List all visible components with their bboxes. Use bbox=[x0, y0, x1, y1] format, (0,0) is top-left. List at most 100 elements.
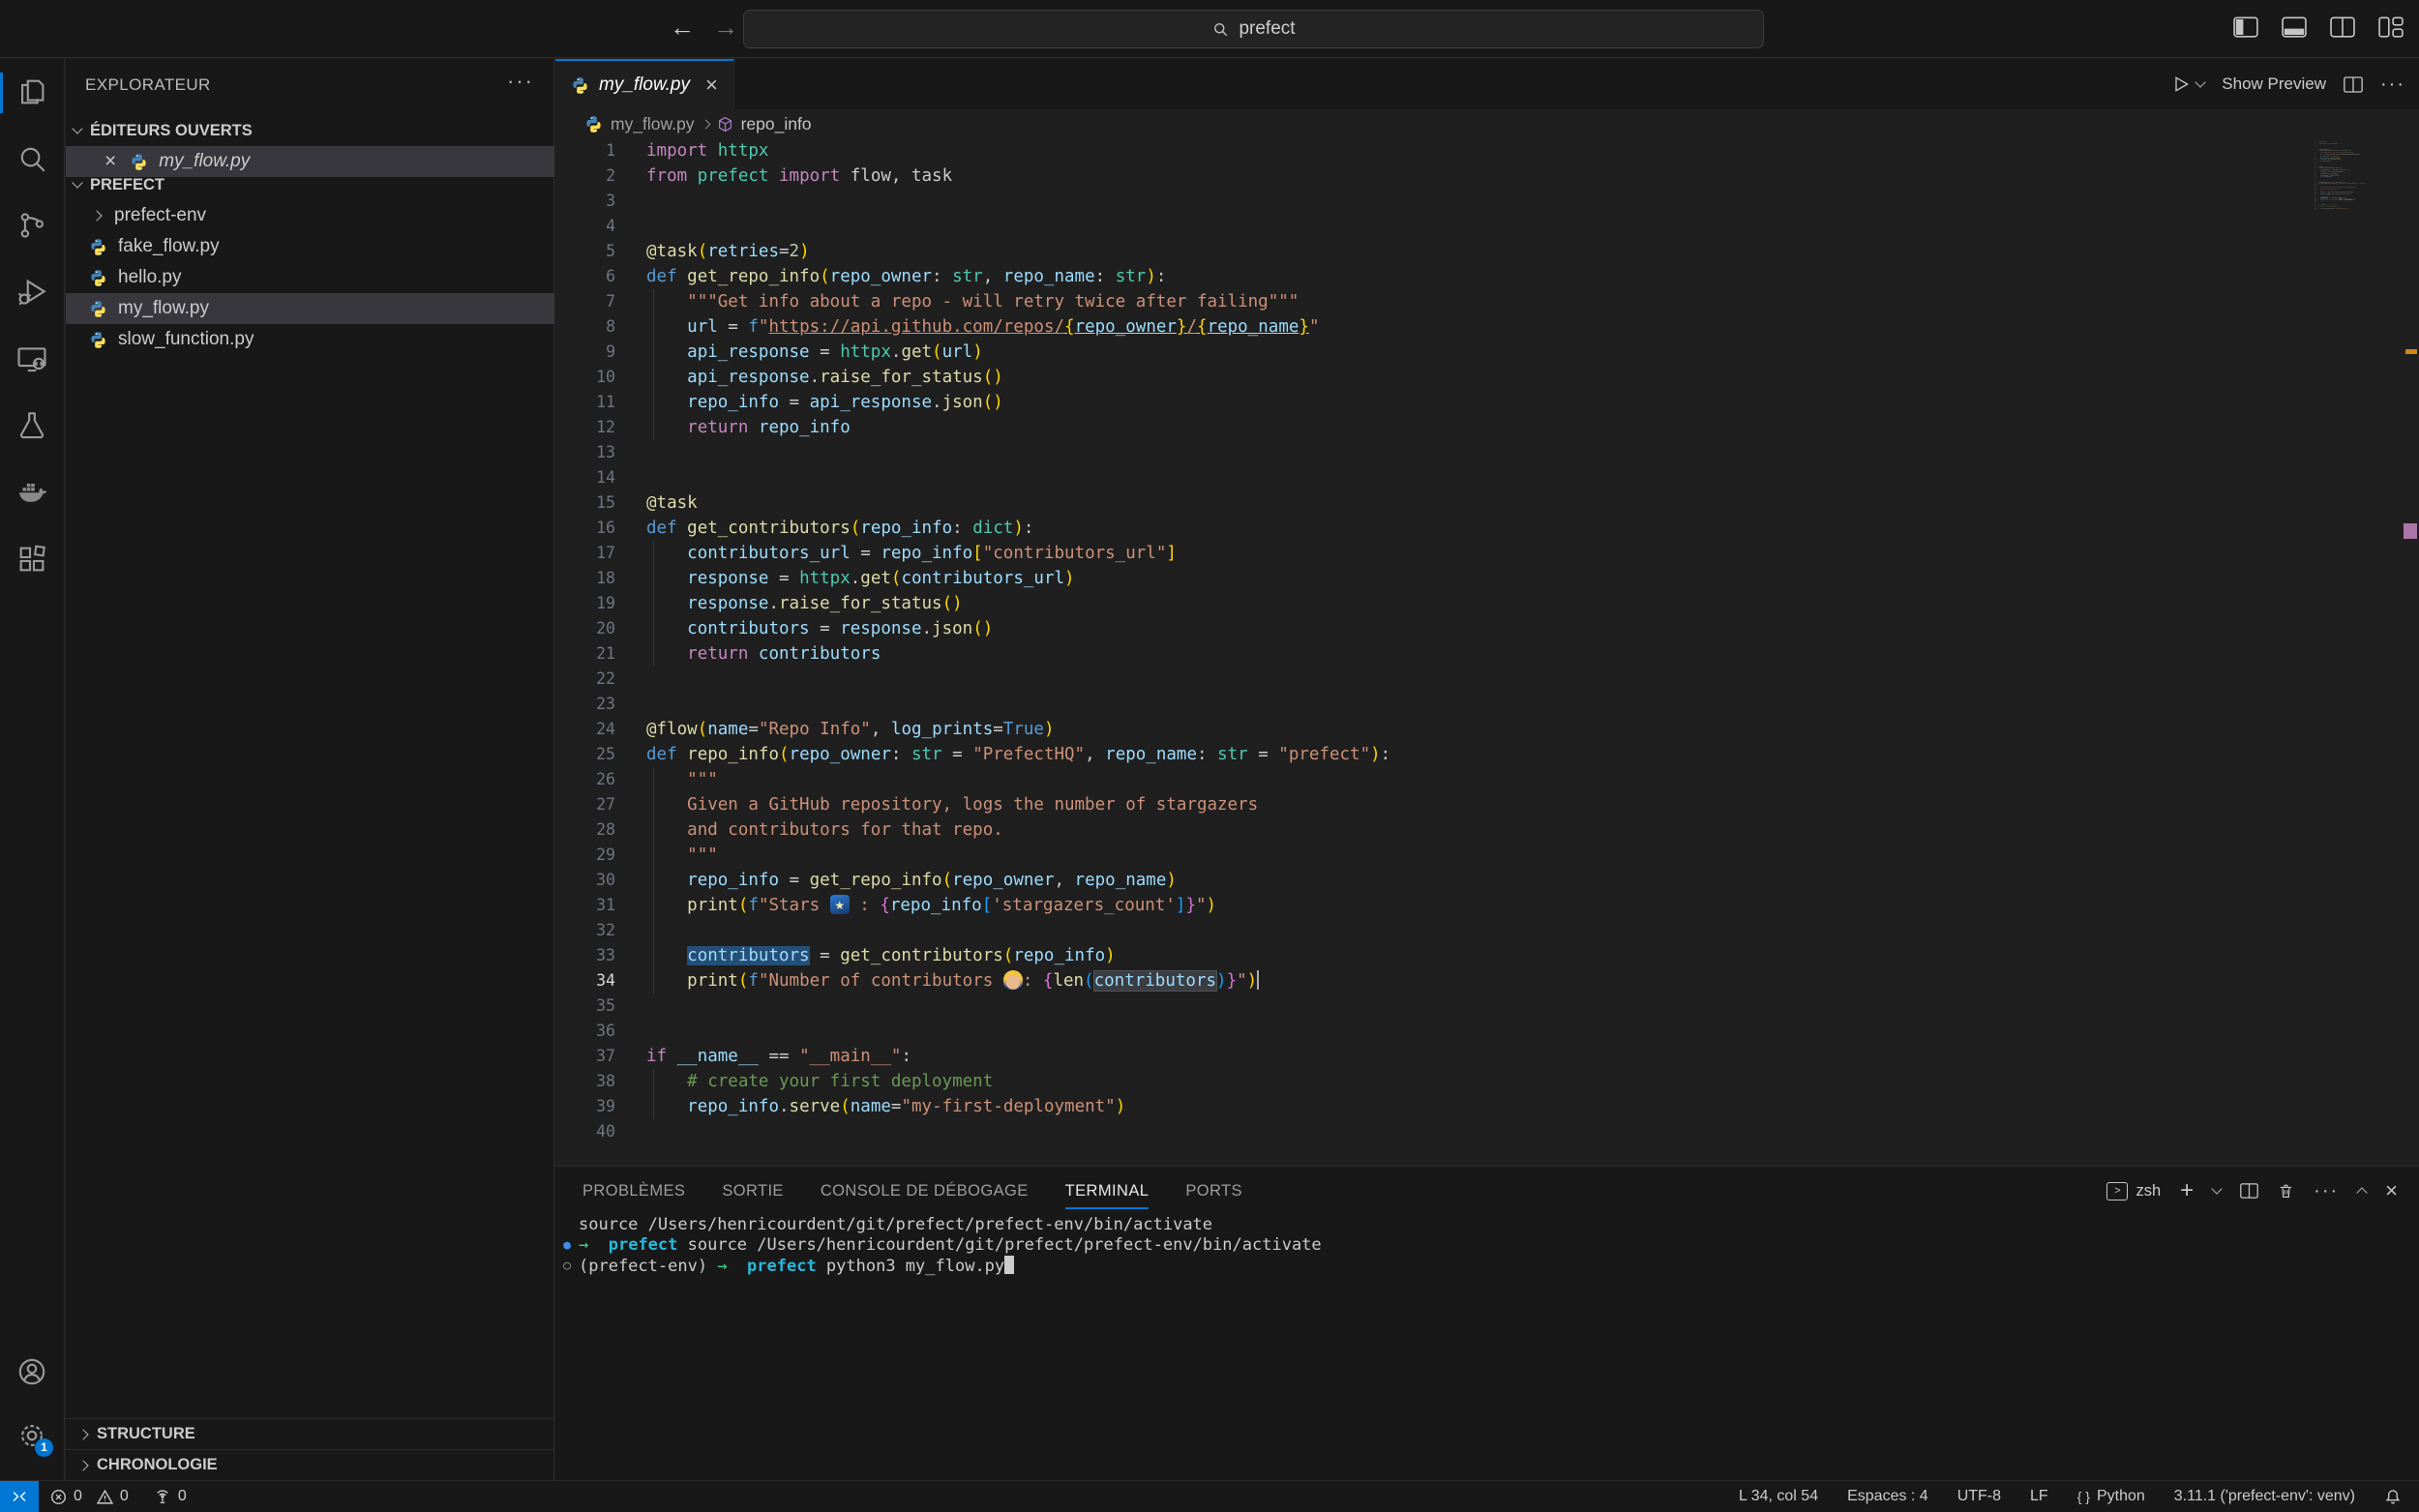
file-item-prefect-env[interactable]: prefect-env bbox=[66, 200, 554, 231]
split-editor-icon[interactable] bbox=[2344, 76, 2363, 93]
file-item-fake_flow.py[interactable]: fake_flow.py bbox=[66, 231, 554, 262]
split-terminal-icon[interactable] bbox=[2240, 1183, 2258, 1199]
activity-item-settings-icon[interactable]: 1 bbox=[15, 1419, 50, 1454]
sidebar-more-actions-icon[interactable]: ··· bbox=[507, 69, 534, 94]
code-line-18[interactable]: 18 response = httpx.get(contributors_url… bbox=[555, 566, 2307, 591]
code-line-40[interactable]: 40 bbox=[555, 1119, 2307, 1144]
code-editor[interactable]: 1import httpx2from prefect import flow, … bbox=[555, 138, 2307, 1165]
sidebar-section-chronologie[interactable]: CHRONOLOGIE bbox=[66, 1449, 554, 1480]
code-line-5[interactable]: 5@task(retries=2) bbox=[555, 239, 2307, 264]
breadcrumb-symbol[interactable]: repo_info bbox=[741, 114, 812, 134]
customize-layout-icon[interactable] bbox=[2378, 16, 2404, 38]
code-line-39[interactable]: 39 repo_info.serve(name="my-first-deploy… bbox=[555, 1094, 2307, 1119]
status-notifications[interactable] bbox=[2384, 1488, 2402, 1505]
code-line-26[interactable]: 26 """ bbox=[555, 767, 2307, 792]
file-item-hello.py[interactable]: hello.py bbox=[66, 262, 554, 293]
code-line-29[interactable]: 29 """ bbox=[555, 843, 2307, 868]
code-line-23[interactable]: 23 bbox=[555, 692, 2307, 717]
activity-item-extensions-icon[interactable] bbox=[15, 543, 50, 578]
panel-tab-sortie[interactable]: SORTIE bbox=[722, 1167, 784, 1215]
code-line-10[interactable]: 10 api_response.raise_for_status() bbox=[555, 365, 2307, 390]
file-item-my_flow.py[interactable]: my_flow.py bbox=[66, 293, 554, 324]
nav-forward-icon[interactable]: → bbox=[709, 11, 742, 44]
panel-tab-console-de-débogage[interactable]: CONSOLE DE DÉBOGAGE bbox=[821, 1167, 1029, 1215]
maximize-panel-icon[interactable] bbox=[2356, 1187, 2367, 1198]
folder-section-header[interactable]: PREFECT bbox=[66, 169, 554, 200]
panel-tab-ports[interactable]: PORTS bbox=[1185, 1167, 1242, 1215]
code-line-7[interactable]: 7 """Get info about a repo - will retry … bbox=[555, 289, 2307, 314]
code-line-11[interactable]: 11 repo_info = api_response.json() bbox=[555, 390, 2307, 415]
code-line-35[interactable]: 35 bbox=[555, 993, 2307, 1019]
code-line-40[interactable]: 40 bbox=[2311, 209, 2317, 211]
code-line-30[interactable]: 30 repo_info = get_repo_info(repo_owner,… bbox=[555, 868, 2307, 893]
activity-item-account-icon[interactable] bbox=[15, 1355, 50, 1390]
ports-status[interactable]: 0 bbox=[154, 1488, 187, 1505]
breadcrumb-file[interactable]: my_flow.py bbox=[611, 114, 695, 134]
editor-more-actions-icon[interactable]: ··· bbox=[2380, 74, 2405, 96]
activity-item-docker-icon[interactable] bbox=[15, 476, 50, 511]
status-indentation[interactable]: Espaces : 4 bbox=[1847, 1488, 1928, 1505]
code-line-3[interactable]: 3 bbox=[555, 189, 2307, 214]
toggle-primary-sidebar-icon[interactable] bbox=[2233, 16, 2258, 38]
chevron-down-icon[interactable] bbox=[2211, 1183, 2222, 1194]
code-line-16[interactable]: 16def get_contributors(repo_info: dict): bbox=[555, 516, 2307, 541]
code-line-24[interactable]: 24@flow(name="Repo Info", log_prints=Tru… bbox=[555, 717, 2307, 742]
sidebar-section-structure[interactable]: STRUCTURE bbox=[66, 1418, 554, 1449]
close-icon[interactable]: × bbox=[705, 73, 718, 98]
remote-indicator[interactable] bbox=[0, 1481, 39, 1512]
code-line-34[interactable]: 34 print(f"Number of contributors : {len… bbox=[555, 968, 2307, 993]
code-line-36[interactable]: 36 bbox=[555, 1019, 2307, 1044]
activity-item-explorer-icon[interactable] bbox=[15, 75, 50, 110]
command-center-search[interactable]: prefect bbox=[743, 10, 1764, 48]
code-line-17[interactable]: 17 contributors_url = repo_info["contrib… bbox=[555, 541, 2307, 566]
code-line-9[interactable]: 9 api_response = httpx.get(url) bbox=[555, 340, 2307, 365]
minimap[interactable]: 1import httpx2from prefect import flow, … bbox=[2311, 141, 2382, 228]
toggle-secondary-sidebar-icon[interactable] bbox=[2330, 16, 2355, 38]
code-line-6[interactable]: 6def get_repo_info(repo_owner: str, repo… bbox=[555, 264, 2307, 289]
code-line-32[interactable]: 32 bbox=[555, 918, 2307, 943]
toggle-panel-icon[interactable] bbox=[2282, 16, 2307, 38]
status-eol[interactable]: LF bbox=[2030, 1488, 2048, 1505]
file-item-slow_function.py[interactable]: slow_function.py bbox=[66, 324, 554, 355]
run-python-file-button[interactable] bbox=[2171, 74, 2204, 94]
code-line-1[interactable]: 1import httpx bbox=[555, 138, 2307, 163]
code-line-12[interactable]: 12 return repo_info bbox=[555, 415, 2307, 440]
status-interpreter[interactable]: 3.11.1 ('prefect-env': venv) bbox=[2174, 1488, 2355, 1505]
panel-more-actions-icon[interactable]: ··· bbox=[2314, 1180, 2339, 1202]
code-line-2[interactable]: 2from prefect import flow, task bbox=[555, 163, 2307, 189]
terminal-shell-badge[interactable]: > zsh bbox=[2106, 1182, 2161, 1201]
code-line-4[interactable]: 4 bbox=[555, 214, 2307, 239]
editor-tab-my_flow.py[interactable]: my_flow.py× bbox=[555, 59, 734, 109]
nav-back-icon[interactable]: ← bbox=[666, 11, 699, 44]
code-line-21[interactable]: 21 return contributors bbox=[555, 641, 2307, 667]
code-line-13[interactable]: 13 bbox=[555, 440, 2307, 465]
status-encoding[interactable]: UTF-8 bbox=[1957, 1488, 2001, 1505]
code-line-33[interactable]: 33 contributors = get_contributors(repo_… bbox=[555, 943, 2307, 968]
status-cursor-position[interactable]: L 34, col 54 bbox=[1739, 1488, 1818, 1505]
code-line-20[interactable]: 20 contributors = response.json() bbox=[555, 616, 2307, 641]
new-terminal-button[interactable]: + bbox=[2180, 1177, 2194, 1204]
close-panel-icon[interactable]: × bbox=[2385, 1178, 2398, 1203]
terminal-output[interactable]: source /Users/henricourdent/git/prefect/… bbox=[555, 1215, 2419, 1481]
code-line-15[interactable]: 15@task bbox=[555, 490, 2307, 516]
code-line-8[interactable]: 8 url = f"https://api.github.com/repos/{… bbox=[555, 314, 2307, 340]
code-line-22[interactable]: 22 bbox=[555, 667, 2307, 692]
show-preview-button[interactable]: Show Preview bbox=[2222, 74, 2326, 94]
code-line-28[interactable]: 28 and contributors for that repo. bbox=[555, 817, 2307, 843]
panel-tab-terminal[interactable]: TERMINAL bbox=[1065, 1167, 1150, 1215]
activity-item-remote-explorer-icon[interactable] bbox=[15, 342, 50, 377]
code-line-31[interactable]: 31 print(f"Stars : {repo_info['stargazer… bbox=[555, 893, 2307, 918]
code-line-38[interactable]: 38 # create your first deployment bbox=[555, 1069, 2307, 1094]
open-editors-section-header[interactable]: ÉDITEURS OUVERTS bbox=[66, 115, 554, 146]
panel-tab-problèmes[interactable]: PROBLÈMES bbox=[582, 1167, 685, 1215]
code-line-27[interactable]: 27 Given a GitHub repository, logs the n… bbox=[555, 792, 2307, 817]
activity-item-search-icon[interactable] bbox=[15, 142, 50, 177]
problems-status[interactable]: 0 0 bbox=[50, 1488, 129, 1505]
kill-terminal-icon[interactable] bbox=[2278, 1182, 2294, 1200]
activity-item-source-control-icon[interactable] bbox=[15, 209, 50, 244]
status-language[interactable]: { }Python bbox=[2077, 1488, 2145, 1505]
code-line-25[interactable]: 25def repo_info(repo_owner: str = "Prefe… bbox=[555, 742, 2307, 767]
activity-item-run-debug-icon[interactable] bbox=[15, 276, 50, 311]
activity-item-testing-icon[interactable] bbox=[15, 409, 50, 444]
code-line-19[interactable]: 19 response.raise_for_status() bbox=[555, 591, 2307, 616]
